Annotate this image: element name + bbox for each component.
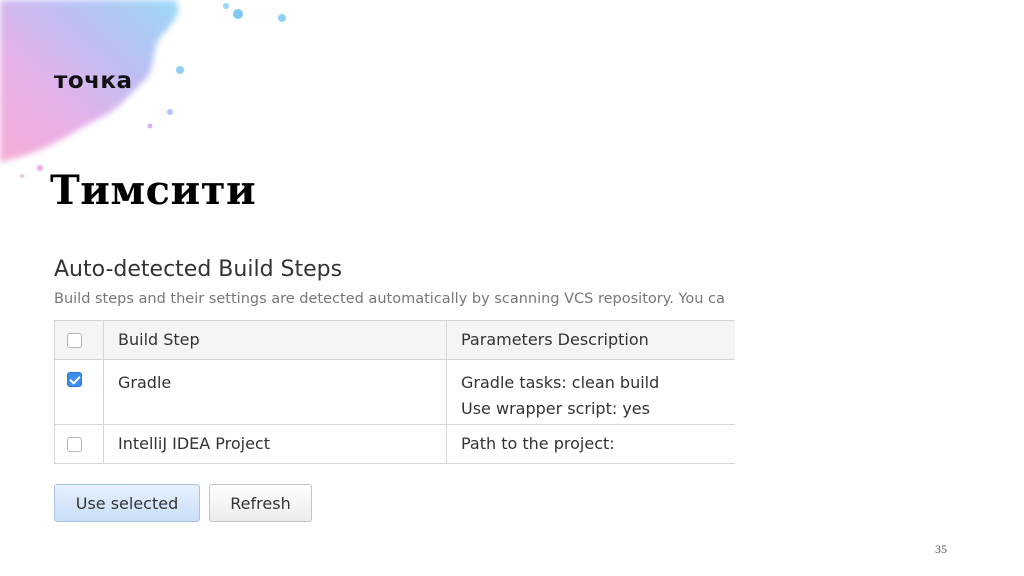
parameter-line: Gradle tasks: clean build: [461, 373, 660, 392]
select-all-checkbox[interactable]: [67, 333, 82, 348]
parameters-cell: Gradle tasks: clean build Use wrapper sc…: [446, 359, 735, 425]
header-select-cell: [54, 320, 104, 360]
build-step-cell: Gradle: [103, 359, 447, 425]
build-steps-table: Build Step Parameters Description Gradle…: [54, 320, 735, 464]
table-row[interactable]: IntelliJ IDEA Project Path to the projec…: [54, 424, 735, 464]
build-steps-heading: Auto-detected Build Steps: [54, 257, 343, 282]
row-checkbox-gradle[interactable]: [67, 372, 82, 387]
brand-logo: точка: [54, 68, 133, 94]
column-header-parameters: Parameters Description: [446, 320, 735, 360]
row-checkbox-intellij[interactable]: [67, 437, 82, 452]
refresh-button[interactable]: Refresh: [209, 484, 312, 522]
teamcity-screenshot: Auto-detected Build Steps Build steps an…: [0, 240, 735, 540]
parameters-cell: Path to the project:: [446, 424, 735, 464]
parameter-line: Use wrapper script: yes: [461, 399, 650, 418]
table-row[interactable]: Gradle Gradle tasks: clean build Use wra…: [54, 359, 735, 425]
row-select-cell: [54, 424, 104, 464]
build-step-cell: IntelliJ IDEA Project: [103, 424, 447, 464]
use-selected-button[interactable]: Use selected: [54, 484, 200, 522]
table-header-row: Build Step Parameters Description: [54, 320, 735, 360]
column-header-build-step: Build Step: [103, 320, 447, 360]
build-steps-description: Build steps and their settings are detec…: [54, 291, 725, 307]
page-number: 35: [935, 542, 947, 556]
row-select-cell: [54, 359, 104, 425]
slide-title: Тимсити: [50, 167, 257, 214]
parameter-line: Path to the project:: [461, 434, 615, 453]
